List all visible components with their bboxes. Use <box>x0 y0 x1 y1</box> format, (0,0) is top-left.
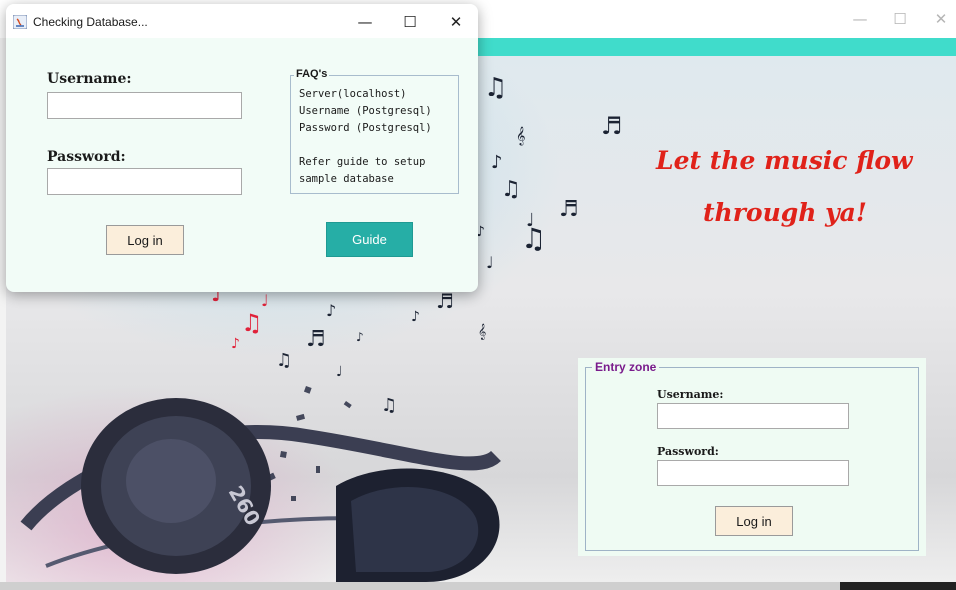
accent-bar <box>478 38 956 56</box>
checking-database-dialog: Checking Database... — ☐ ✕ Username: Pas… <box>6 4 478 292</box>
svg-text:𝄞: 𝄞 <box>478 324 486 340</box>
guide-button[interactable]: Guide <box>326 222 413 257</box>
svg-text:♩: ♩ <box>261 291 269 310</box>
svg-text:♫: ♫ <box>521 222 546 255</box>
bottom-strip-dark <box>840 582 956 590</box>
dialog-minimize-button[interactable]: — <box>351 10 379 34</box>
faq-line: Refer guide to setup <box>299 156 426 168</box>
svg-text:♬: ♬ <box>601 112 623 140</box>
svg-text:♫: ♫ <box>241 309 263 337</box>
svg-text:♫: ♫ <box>276 350 292 371</box>
svg-text:♪: ♪ <box>411 309 420 325</box>
svg-text:♬: ♬ <box>306 327 326 352</box>
svg-text:♪: ♪ <box>231 336 240 352</box>
svg-text:♬: ♬ <box>436 289 454 313</box>
entry-login-button[interactable]: Log in <box>715 506 793 536</box>
entry-username-label: Username: <box>657 388 724 401</box>
svg-text:♩: ♩ <box>486 253 494 272</box>
faq-line: Password (Postgresql) <box>299 122 432 134</box>
dialog-title-bar[interactable]: Checking Database... — ☐ ✕ <box>6 4 478 38</box>
java-app-icon <box>13 15 27 29</box>
entry-zone-legend: Entry zone <box>592 360 660 374</box>
main-maximize-button[interactable]: ☐ <box>885 8 915 30</box>
faq-line: Server(localhost) <box>299 88 407 100</box>
svg-text:♫: ♫ <box>381 395 397 416</box>
faq-panel: FAQ's Server(localhost) Username (Postgr… <box>290 68 459 194</box>
svg-text:♫: ♫ <box>501 177 521 202</box>
dialog-login-button[interactable]: Log in <box>106 225 184 255</box>
entry-password-input[interactable] <box>657 460 849 486</box>
svg-text:♪: ♪ <box>326 301 336 320</box>
svg-text:𝄞: 𝄞 <box>516 126 525 146</box>
entry-password-label: Password: <box>657 445 719 458</box>
dialog-maximize-button[interactable]: ☐ <box>396 10 424 34</box>
faq-legend: FAQ's <box>294 68 330 80</box>
dialog-password-label: Password: <box>47 149 126 165</box>
main-minimize-button[interactable]: — <box>845 8 875 30</box>
dialog-username-input[interactable] <box>47 92 242 119</box>
main-close-button[interactable]: ✕ <box>926 8 956 30</box>
dialog-username-label: Username: <box>47 71 132 87</box>
faq-line: sample database <box>299 173 394 185</box>
faq-line: Username (Postgresql) <box>299 105 432 117</box>
entry-username-input[interactable] <box>657 403 849 429</box>
svg-text:♩: ♩ <box>336 364 343 380</box>
entry-zone-panel: Entry zone Username: Password: Log in <box>578 358 926 556</box>
tagline-line-2: through ya! <box>703 198 867 227</box>
svg-text:♪: ♪ <box>356 330 364 344</box>
svg-text:♪: ♪ <box>491 152 503 173</box>
svg-text:♬: ♬ <box>559 197 579 222</box>
bottom-strip <box>0 582 956 590</box>
dialog-close-button[interactable]: ✕ <box>442 10 470 34</box>
tagline-line-1: Let the music flow <box>656 146 913 175</box>
dialog-title: Checking Database... <box>33 15 148 29</box>
svg-text:♫: ♫ <box>484 73 507 103</box>
dialog-password-input[interactable] <box>47 168 242 195</box>
